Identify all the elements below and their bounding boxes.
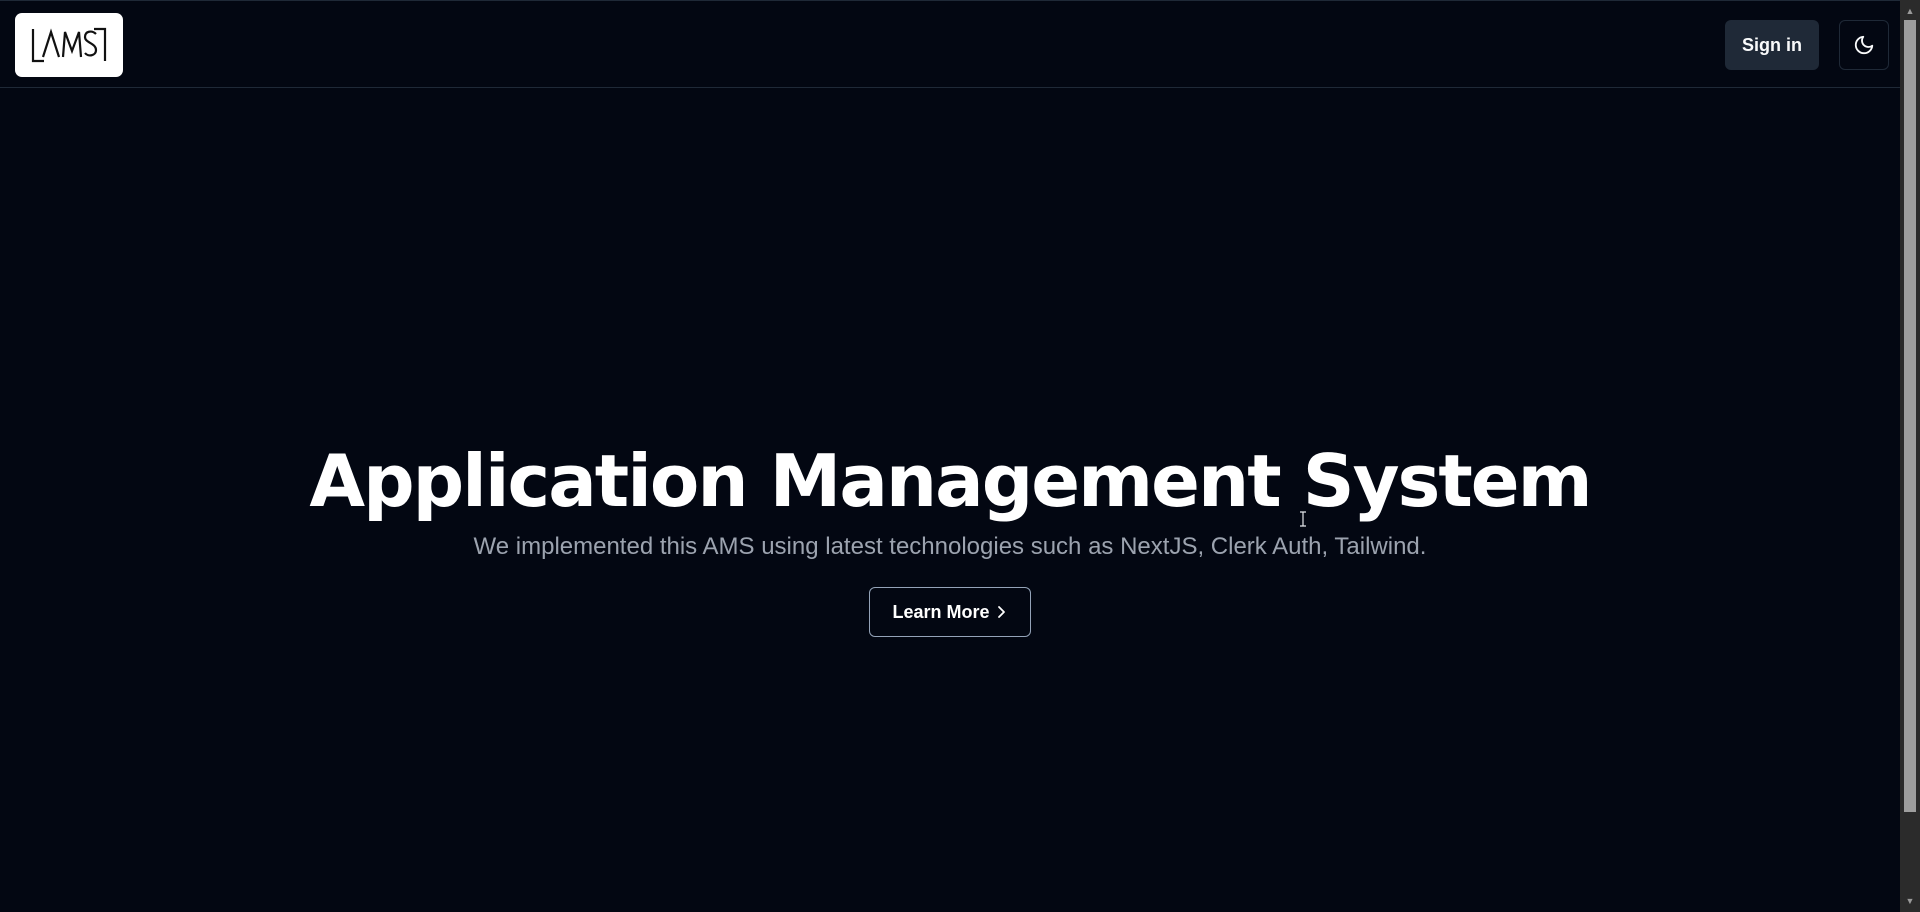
ams-logo-mark [31, 27, 107, 63]
navbar: Sign in [0, 2, 1900, 88]
chevron-right-icon [997, 606, 1005, 618]
text-cursor-icon [1300, 511, 1306, 527]
ams-logo[interactable] [15, 13, 123, 77]
hero-subtitle: We implemented this AMS using latest tec… [473, 533, 1427, 560]
scroll-down-arrow-icon[interactable]: ▼ [1900, 892, 1920, 910]
scrollbar-thumb[interactable] [1904, 20, 1916, 812]
sign-in-button[interactable]: Sign in [1725, 20, 1819, 70]
vertical-scrollbar[interactable]: ▲ ▼ [1900, 0, 1920, 912]
scroll-up-arrow-icon[interactable]: ▲ [1900, 2, 1920, 20]
moon-icon [1854, 35, 1874, 55]
theme-toggle-button[interactable] [1839, 20, 1889, 70]
hero-title: Application Management System [309, 439, 1592, 523]
learn-more-button[interactable]: Learn More [869, 587, 1031, 637]
learn-more-label: Learn More [892, 601, 990, 622]
hero-section: Application Management System We impleme… [0, 441, 1900, 637]
page: Sign in Application Management System We… [0, 0, 1900, 912]
